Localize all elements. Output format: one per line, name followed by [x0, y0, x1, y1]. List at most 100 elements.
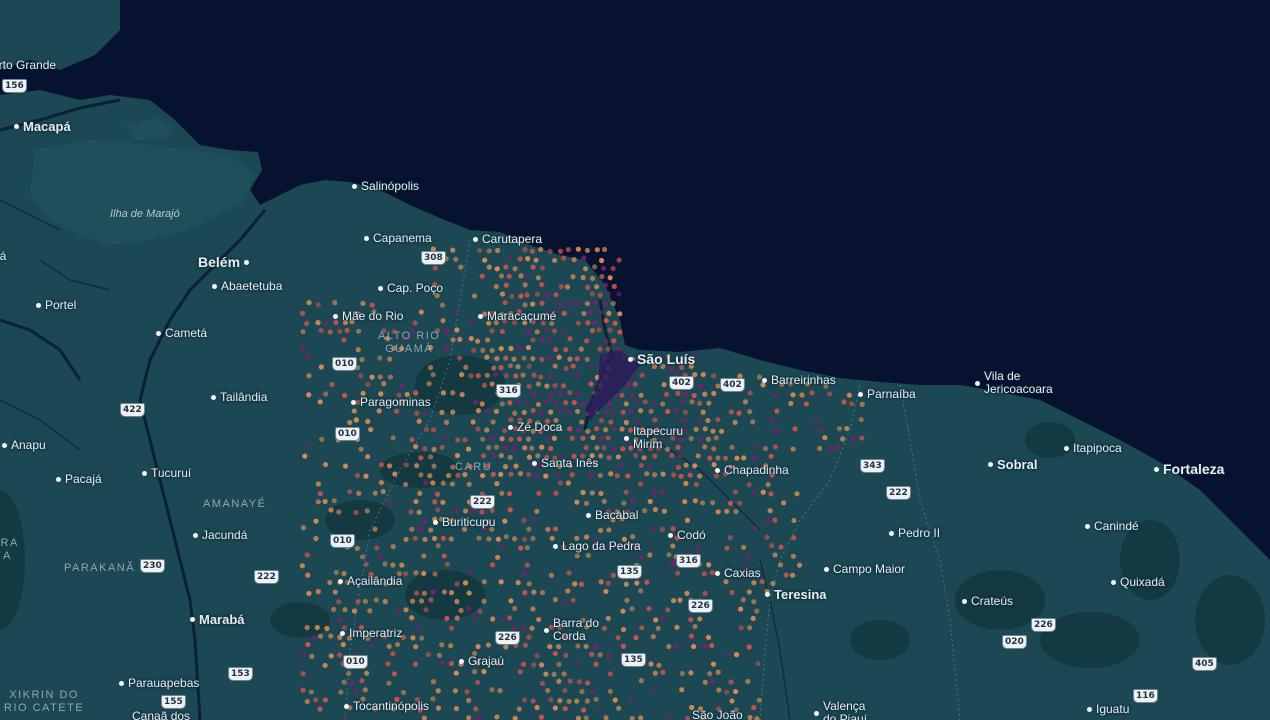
city-label[interactable]: Lago da Pedra: [553, 539, 641, 553]
city-label[interactable]: Imperatriz: [340, 626, 402, 640]
heat-dot: [632, 381, 638, 387]
heat-dot: [794, 491, 800, 497]
city-label[interactable]: São Luís: [628, 351, 695, 367]
heat-dot: [439, 444, 445, 451]
heat-dot: [693, 481, 699, 488]
city-marker-icon: [190, 617, 195, 622]
heat-dot: [599, 273, 605, 280]
city-label[interactable]: Cap. Poço: [378, 281, 443, 295]
city-label[interactable]: Teresina: [765, 587, 827, 602]
heat-dot: [580, 435, 586, 441]
heat-dot: [413, 570, 419, 576]
city-label[interactable]: Itapipoca: [1064, 441, 1122, 455]
heat-dot: [697, 616, 703, 622]
heat-dot: [817, 445, 823, 451]
city-name: Carutapera: [482, 232, 543, 246]
heat-dot: [727, 500, 734, 506]
city-label[interactable]: Salinópolis: [352, 179, 419, 193]
heat-dot: [692, 463, 698, 469]
city-label[interactable]: São João: [692, 708, 743, 720]
city-label[interactable]: Codó: [668, 528, 706, 542]
city-label[interactable]: Macapá: [14, 119, 71, 134]
city-label[interactable]: Sobral: [988, 457, 1037, 472]
city-label[interactable]: Campo Maior: [824, 562, 905, 576]
heat-dot: [574, 372, 580, 378]
city-label[interactable]: Parnaíba: [858, 387, 916, 401]
city-label[interactable]: Tocantinópolis: [344, 699, 429, 713]
city-label[interactable]: Marabá: [190, 612, 245, 627]
city-label[interactable]: Valença do Piauí: [814, 700, 867, 720]
heat-dot: [525, 256, 531, 262]
heat-dot: [531, 589, 537, 595]
heat-dot: [625, 473, 631, 479]
city-label[interactable]: Itapecuru Mirim: [624, 425, 683, 451]
heat-dot: [513, 463, 519, 469]
heat-dot: [475, 338, 481, 344]
city-label[interactable]: Belém: [198, 254, 250, 270]
heat-dot: [608, 419, 614, 425]
city-label[interactable]: Açailândia: [338, 574, 402, 588]
heat-dot: [624, 597, 630, 603]
heat-dot: [395, 607, 402, 613]
city-label[interactable]: Grajaú: [459, 654, 504, 668]
city-label[interactable]: orto Grande: [0, 58, 56, 72]
heat-dot: [589, 275, 596, 282]
city-label[interactable]: Bacabal: [586, 508, 638, 522]
city-label[interactable]: Capanema: [364, 231, 432, 245]
city-marker-icon: [459, 658, 464, 664]
city-label[interactable]: Portel: [36, 298, 76, 312]
city-label[interactable]: Barreirinhas: [762, 373, 836, 387]
city-label[interactable]: Canaã dos: [132, 709, 190, 720]
city-label[interactable]: Caxias: [715, 566, 761, 580]
city-label[interactable]: Jacundá: [193, 528, 247, 542]
city-label[interactable]: Vila de Jericoacoara: [975, 370, 1053, 396]
heat-dot: [689, 399, 695, 405]
city-label[interactable]: Iguatu: [1087, 702, 1129, 716]
heat-dot: [684, 517, 691, 523]
city-label[interactable]: Pacajá: [56, 472, 102, 486]
heat-dot: [382, 598, 388, 605]
city-label[interactable]: Maracaçumé: [478, 309, 556, 323]
heat-dot: [341, 679, 347, 685]
city-label[interactable]: Tucuruí: [142, 466, 191, 480]
heat-dot: [600, 265, 607, 271]
heat-dot: [490, 562, 496, 568]
heat-dot: [702, 426, 708, 432]
city-label[interactable]: Barra do Corda: [544, 617, 599, 643]
map-canvas[interactable]: orto Grande Macapá Salinópolis Capanema Caru…: [0, 0, 1270, 720]
heat-dot: [691, 392, 697, 399]
heat-dot: [489, 328, 495, 334]
heat-dot: [518, 273, 524, 279]
city-label[interactable]: Anapu: [2, 438, 46, 452]
city-label[interactable]: Parauapebas: [119, 676, 199, 690]
heat-dot: [651, 489, 657, 496]
city-label[interactable]: Buriticupu: [433, 515, 495, 529]
city-label[interactable]: Crateús: [962, 594, 1013, 608]
heat-dot: [536, 490, 542, 496]
city-label[interactable]: Canindé: [1085, 519, 1139, 533]
heat-dot: [381, 381, 387, 387]
heat-dot: [403, 481, 409, 488]
city-label[interactable]: Abaetetuba: [212, 279, 282, 293]
city-label[interactable]: Zé Doca: [508, 420, 562, 434]
heat-dot: [545, 436, 551, 442]
city-label[interactable]: Fortaleza: [1154, 461, 1224, 477]
city-marker-icon: [1087, 706, 1092, 712]
city-label[interactable]: Carutapera: [473, 232, 542, 246]
heat-dot: [556, 661, 562, 667]
heat-dot: [646, 606, 652, 612]
city-label[interactable]: Cametá: [156, 326, 207, 340]
city-label[interactable]: Chapadinha: [715, 463, 789, 477]
heat-dot: [715, 455, 721, 461]
city-label[interactable]: Tailândia: [211, 390, 267, 404]
city-label[interactable]: pá: [0, 249, 6, 263]
city-label[interactable]: Santa Inês: [532, 456, 598, 470]
city-label[interactable]: Mãe do Rio: [333, 309, 403, 323]
city-label[interactable]: Paragominas: [351, 395, 431, 409]
city-label[interactable]: Quixadá: [1111, 575, 1165, 589]
heat-dot: [472, 615, 478, 621]
city-name: Teresina: [774, 587, 827, 602]
city-label[interactable]: Pedro II: [889, 526, 940, 540]
city-name: Tailândia: [220, 390, 268, 404]
city-name: Itapecuru Mirim: [633, 424, 684, 451]
